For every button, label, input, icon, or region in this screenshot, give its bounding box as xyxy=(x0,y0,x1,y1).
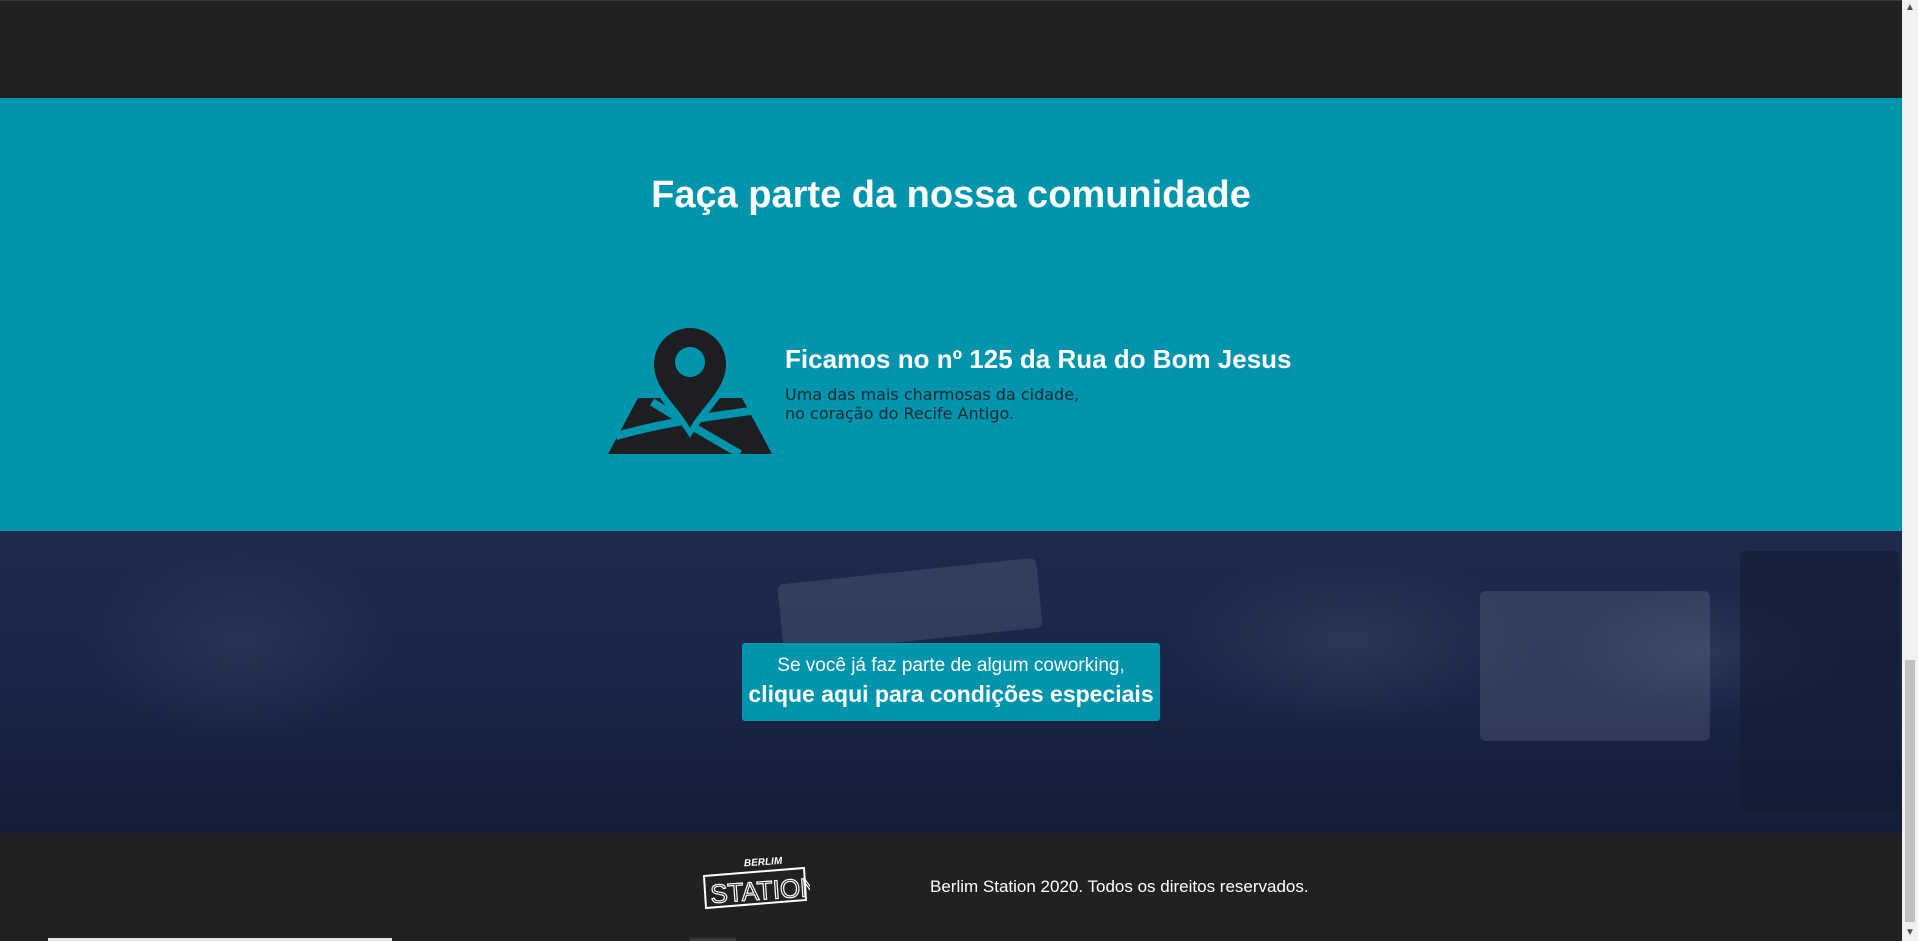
logo-main-text: STATION xyxy=(709,872,810,910)
map-pin-icon xyxy=(608,322,772,454)
scroll-down-arrow-icon[interactable]: ▼ xyxy=(1902,925,1918,941)
copyright-text: Berlim Station 2020. Todos os direitos r… xyxy=(930,877,1309,896)
hero-photo-laptop xyxy=(777,557,1043,655)
top-band xyxy=(0,0,1902,98)
hero-photo-chair xyxy=(1740,551,1900,811)
community-section: Faça parte da nossa comunidade Ficamos n… xyxy=(0,98,1902,531)
scrollbar-thumb[interactable] xyxy=(1905,660,1915,922)
logo-top-text: BERLIM xyxy=(744,856,784,870)
hero-photo-screen xyxy=(1480,591,1710,741)
location-description: Uma das mais charmosas da cidade, no cor… xyxy=(785,385,1079,423)
page: Faça parte da nossa comunidade Ficamos n… xyxy=(0,0,1902,941)
special-conditions-button[interactable]: Se você já faz parte de algum coworking,… xyxy=(742,643,1160,721)
scroll-up-arrow-icon[interactable]: ▲ xyxy=(1902,0,1918,16)
cta-line1: Se você já faz parte de algum coworking, xyxy=(777,655,1125,676)
location-desc-line1: Uma das mais charmosas da cidade, xyxy=(785,385,1080,404)
location-desc-line2: no coração do Recife Antigo. xyxy=(785,404,1015,423)
cta-line2: clique aqui para condições especiais xyxy=(748,681,1154,707)
community-title: Faça parte da nossa comunidade xyxy=(651,174,1251,216)
location-title: Ficamos no nº 125 da Rua do Bom Jesus xyxy=(785,344,1292,374)
berlim-station-logo[interactable]: BERLIM STATION xyxy=(700,852,810,914)
